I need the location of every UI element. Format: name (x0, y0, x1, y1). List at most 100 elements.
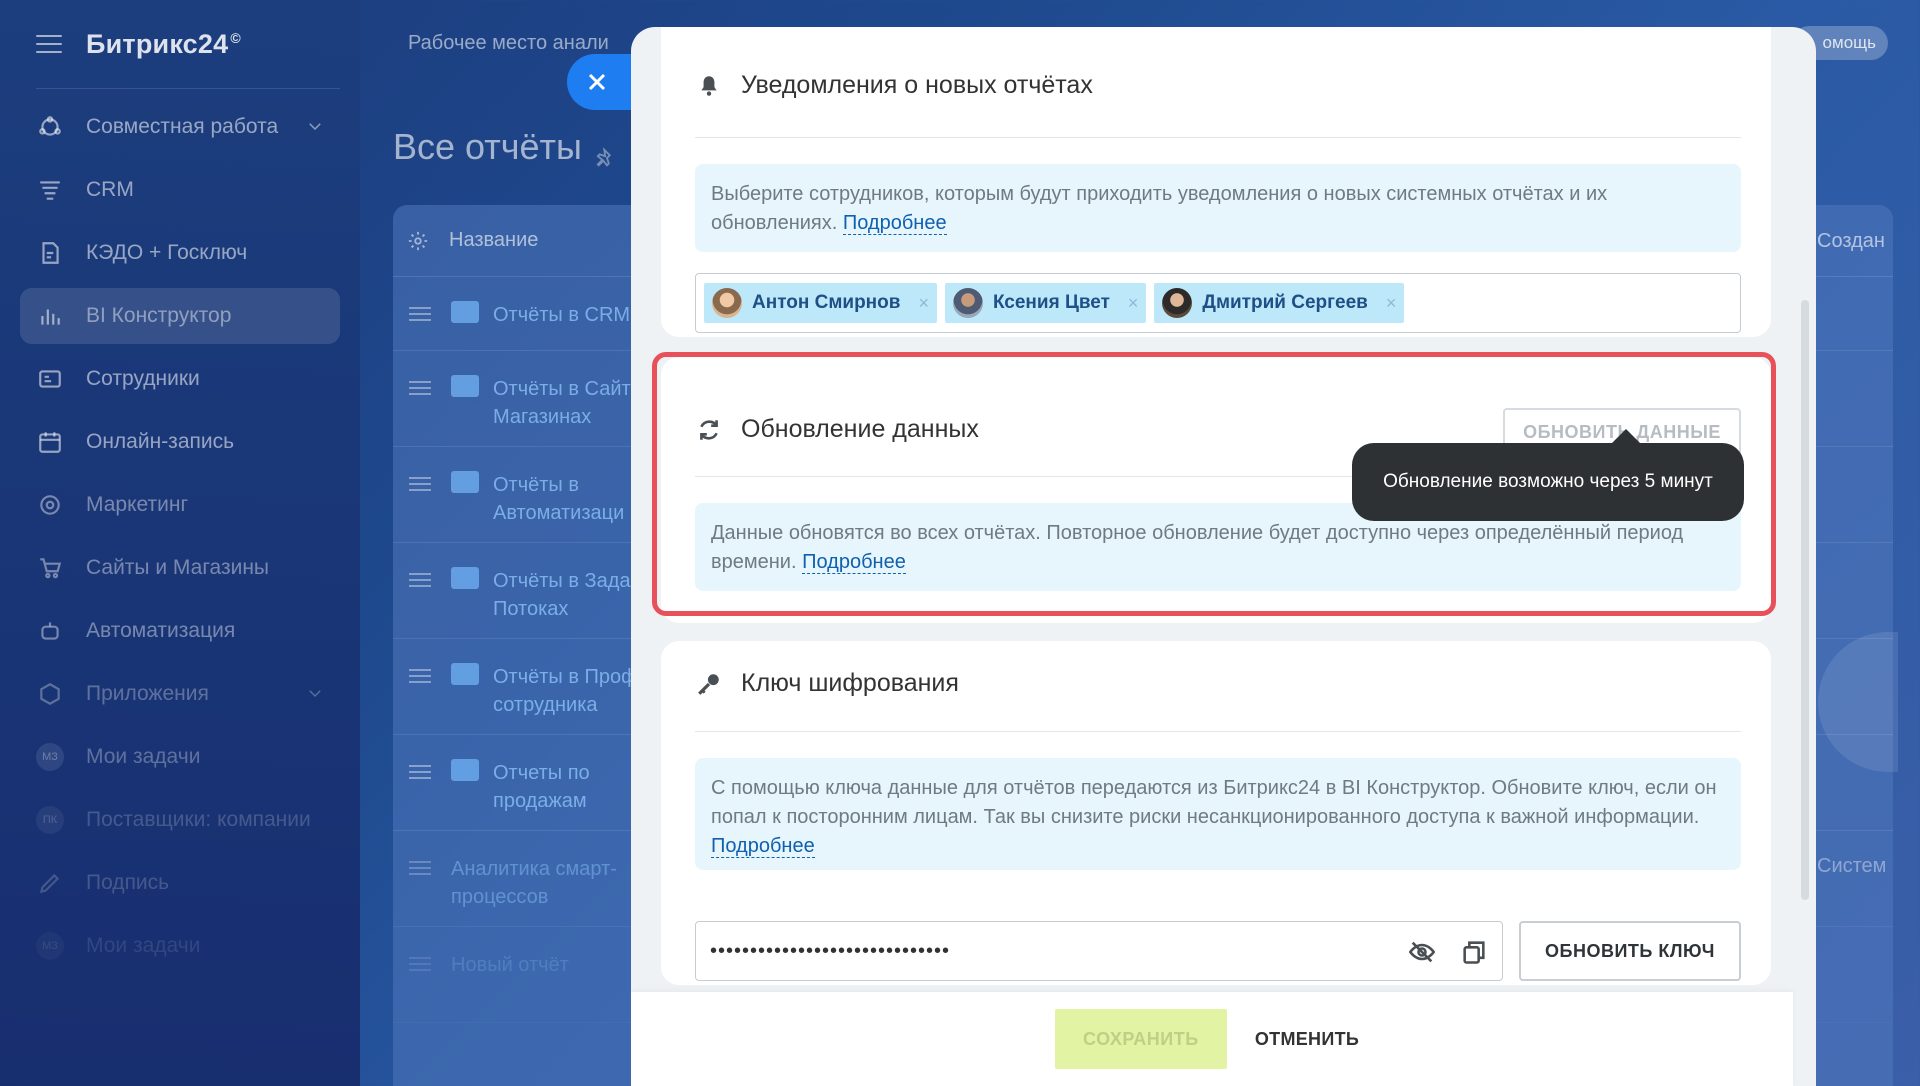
sidebar-item-sites[interactable]: Сайты и Магазины (20, 540, 340, 596)
info-box: Выберите сотрудников, которым будут прих… (695, 164, 1741, 252)
sidebar-item-crm[interactable]: CRM (20, 162, 340, 218)
calendar-icon (36, 428, 64, 456)
section-title-text: Ключ шифрования (741, 669, 959, 697)
recipients-field[interactable]: Антон Смирнов × Ксения Цвет × Дмитрий Се… (695, 273, 1741, 333)
pen-icon (36, 869, 64, 897)
more-link[interactable]: Подробнее (842, 212, 947, 235)
drag-handle-icon[interactable] (409, 861, 431, 875)
sidebar-item-my-tasks-2[interactable]: МЗ Мои задачи (20, 918, 340, 974)
folder-icon (451, 375, 479, 397)
cancel-button[interactable]: ОТМЕНИТЬ (1245, 1009, 1369, 1069)
sidebar-item-marketing[interactable]: Маркетинг (20, 477, 340, 533)
section-title: Обновление данных (695, 415, 979, 444)
eye-slash-icon[interactable] (1408, 938, 1436, 972)
sidebar-item-label: Мои задачи (86, 934, 201, 957)
bitrix-logo[interactable]: Битрикс24 © (86, 29, 241, 60)
update-key-button[interactable]: ОБНОВИТЬ КЛЮЧ (1519, 921, 1741, 981)
collab-icon (36, 113, 64, 141)
row-name[interactable]: Новый отчёт (451, 951, 621, 979)
drag-handle-icon[interactable] (409, 765, 431, 779)
chart-icon (36, 302, 64, 330)
system-label: Систем (1817, 855, 1887, 877)
encryption-key-field[interactable]: •••••••••••••••••••••••••••••• (695, 921, 1503, 981)
more-link[interactable]: Подробнее (711, 835, 815, 858)
initials-badge: ПК (36, 806, 64, 834)
sidebar-item-label: КЭДО + Госключ (86, 241, 248, 264)
column-header-name[interactable]: Название (449, 229, 538, 252)
chevron-down-icon[interactable] (306, 117, 324, 135)
initials-badge: МЗ (36, 743, 64, 771)
sidebar-item-sign[interactable]: Подпись (20, 855, 340, 911)
sidebar-item-suppliers[interactable]: ПК Поставщики: компании (20, 792, 340, 848)
save-button[interactable]: СОХРАНИТЬ (1054, 1009, 1227, 1069)
info-text: С помощью ключа данные для отчётов перед… (711, 777, 1717, 828)
sidebar-item-employees[interactable]: Сотрудники (20, 351, 340, 407)
menu-burger-icon[interactable] (36, 35, 62, 53)
page-title: Все отчёты (393, 126, 618, 168)
avatar (1162, 288, 1193, 318)
sidebar-item-label: Сотрудники (86, 367, 200, 390)
sidebar-menu: Совместная работа CRM КЭДО + Госключ BI … (0, 99, 360, 974)
sidebar-item-automation[interactable]: Автоматизация (20, 603, 340, 659)
key-icon (695, 670, 723, 698)
user-tag-name: Ксения Цвет (992, 292, 1110, 313)
section-title: Уведомления о новых отчётах (695, 71, 1093, 100)
info-text: времени. (711, 551, 797, 573)
remove-icon[interactable]: × (1128, 293, 1139, 314)
scrollbar[interactable] (1801, 300, 1809, 900)
drag-handle-icon[interactable] (409, 307, 431, 321)
sidebar-item-label: CRM (86, 178, 134, 201)
update-tooltip: Обновление возможно через 5 минут (1352, 429, 1744, 521)
sidebar-item-kedo[interactable]: КЭДО + Госключ (20, 225, 340, 281)
sidebar-item-apps[interactable]: Приложения (20, 666, 340, 722)
folder-icon (451, 759, 479, 781)
row-name[interactable]: Аналитика смарт-процессов (451, 855, 641, 911)
section-title: Ключ шифрования (695, 669, 959, 698)
sidebar-item-label: Маркетинг (86, 493, 189, 516)
refresh-icon (695, 416, 723, 444)
chevron-down-icon[interactable] (306, 684, 324, 702)
copy-icon[interactable] (1460, 938, 1488, 972)
gear-icon[interactable] (407, 230, 429, 252)
cart-icon (36, 554, 64, 582)
more-link[interactable]: Подробнее (802, 551, 906, 574)
close-slider-button[interactable] (567, 54, 639, 110)
user-tag[interactable]: Антон Смирнов × (704, 283, 937, 323)
key-value: •••••••••••••••••••••••••••••• (710, 939, 951, 962)
sidebar-item-my-tasks[interactable]: МЗ Мои задачи (20, 729, 340, 785)
key-field-actions (1408, 938, 1488, 972)
sidebar-item-bi[interactable]: BI Конструктор (20, 288, 340, 344)
drag-handle-icon[interactable] (409, 477, 431, 491)
column-header-created[interactable]: Создан (1817, 205, 1885, 277)
user-tag[interactable]: Ксения Цвет × (944, 283, 1147, 323)
encryption-key-card: Ключ шифрования С помощью ключа данные д… (661, 641, 1771, 985)
drag-handle-icon[interactable] (409, 669, 431, 683)
section-title-text: Уведомления о новых отчётах (741, 71, 1093, 99)
remove-icon[interactable]: × (1386, 293, 1397, 314)
user-tag-name: Дмитрий Сергеев (1202, 292, 1368, 313)
sidebar-header: Битрикс24 © (0, 22, 360, 66)
divider (695, 731, 1741, 732)
close-icon (588, 73, 606, 91)
robot-icon (36, 617, 64, 645)
crm-icon (36, 176, 64, 204)
drag-handle-icon[interactable] (409, 381, 431, 395)
bell-icon (695, 72, 723, 100)
avatar (712, 288, 742, 318)
folder-icon (451, 663, 479, 685)
sidebar-item-collab[interactable]: Совместная работа (20, 99, 340, 155)
notifications-card: Уведомления о новых отчётах Выберите сот… (661, 27, 1771, 337)
user-tag[interactable]: Дмитрий Сергеев × (1154, 283, 1405, 323)
drag-handle-icon[interactable] (409, 957, 431, 971)
page-title-text: Все отчёты (393, 126, 582, 167)
sidebar-item-booking[interactable]: Онлайн-запись (20, 414, 340, 470)
sidebar-item-label: Подпись (86, 871, 170, 894)
info-box: С помощью ключа данные для отчётов перед… (695, 758, 1741, 870)
drag-handle-icon[interactable] (409, 573, 431, 587)
slider-footer: СОХРАНИТЬ ОТМЕНИТЬ (631, 992, 1793, 1086)
sidebar-item-label: Поставщики: компании (86, 808, 311, 831)
pin-icon[interactable] (596, 136, 618, 167)
remove-icon[interactable]: × (918, 293, 929, 314)
sidebar-divider (36, 88, 340, 89)
info-text: Данные обновятся во всех отчётах. Повтор… (711, 522, 1684, 544)
